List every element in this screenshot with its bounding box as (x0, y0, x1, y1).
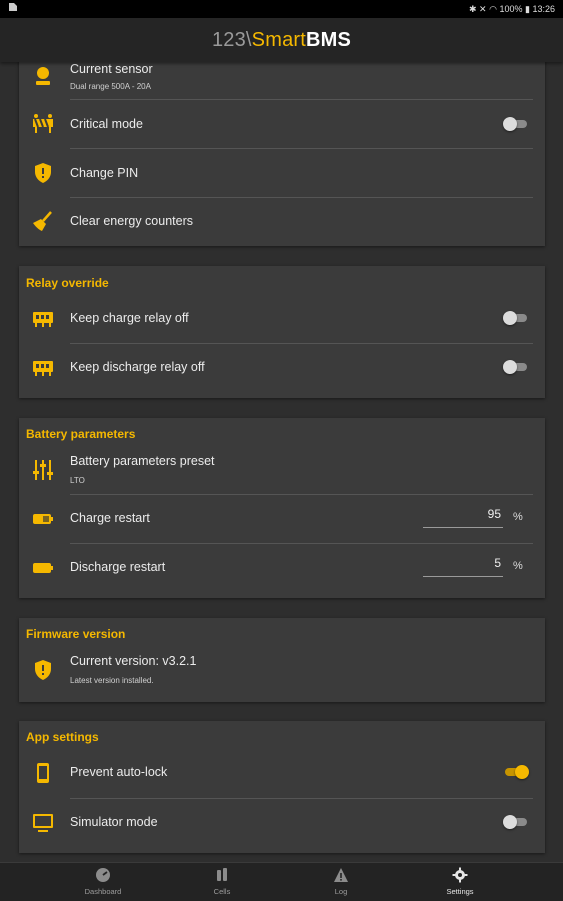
prevent-autolock-toggle[interactable] (503, 765, 529, 779)
relay-override-card: Relay override Keep charge relay off Kee… (19, 266, 545, 398)
keep-charge-toggle[interactable] (503, 311, 529, 325)
keep-discharge-toggle[interactable] (503, 360, 529, 374)
battery-percent: 100% (499, 4, 523, 14)
battery-low-icon (33, 563, 53, 573)
barrier-icon (33, 114, 53, 133)
shield-icon (35, 660, 51, 680)
app-logo: 123\SmartBMS (211, 28, 352, 51)
discharge-restart-row: Discharge restart 5 % (19, 544, 545, 592)
shield-icon (35, 163, 51, 183)
mute-icon: ✕ (479, 4, 487, 14)
broom-icon (33, 211, 52, 231)
firmware-row: Current version: v3.2.1 Latest version i… (19, 646, 545, 694)
battery-high-icon (33, 514, 53, 524)
current-sensor-row[interactable]: Current sensor Dual range 500A - 20A (19, 62, 545, 100)
monitor-icon (33, 814, 53, 832)
nav-settings[interactable]: Settings (390, 863, 530, 901)
relay-override-title: Relay override (26, 276, 109, 290)
simulator-toggle[interactable] (503, 815, 529, 829)
keep-discharge-row[interactable]: Keep discharge relay off (19, 344, 545, 392)
critical-mode-label: Critical mode (70, 117, 143, 131)
clock: 13:26 (532, 4, 555, 14)
current-sensor-value: Dual range 500A - 20A (70, 82, 151, 91)
sensor-icon (36, 67, 50, 85)
cells-icon (217, 868, 227, 881)
clear-energy-label: Clear energy counters (70, 214, 193, 228)
sliders-icon (33, 460, 53, 480)
status-right: ✱ ✕ ◠ 100% ▮ 13:26 (469, 0, 555, 18)
firmware-title: Firmware version (26, 627, 126, 641)
general-settings-card: Current sensor Dual range 500A - 20A Cri… (19, 62, 545, 246)
phone-icon (37, 763, 49, 783)
status-bar: ✱ ✕ ◠ 100% ▮ 13:26 (0, 0, 563, 18)
battery-icon: ▮ (525, 4, 530, 14)
relay-icon (33, 312, 53, 327)
relay-icon (33, 361, 53, 376)
charge-restart-unit: % (513, 511, 523, 523)
preset-value: LTO (70, 476, 85, 485)
bottom-navigation: Dashboard Cells Log Settings (0, 862, 563, 901)
bluetooth-icon: ✱ (468, 4, 477, 14)
simulator-row[interactable]: Simulator mode (19, 799, 545, 847)
gear-icon (452, 867, 468, 883)
clear-energy-row[interactable]: Clear energy counters (19, 197, 545, 245)
charge-restart-row: Charge restart 95 % (19, 495, 545, 543)
nav-settings-label: Settings (446, 887, 474, 896)
sd-card-icon (8, 0, 18, 18)
app-settings-title: App settings (26, 730, 99, 744)
prevent-autolock-label: Prevent auto-lock (70, 765, 168, 779)
app-bar: 123\SmartBMS (0, 18, 563, 62)
prevent-autolock-row[interactable]: Prevent auto-lock (19, 749, 545, 797)
firmware-version-label: Current version: v3.2.1 (70, 654, 197, 668)
current-sensor-label: Current sensor (70, 62, 153, 76)
warning-icon (334, 868, 348, 882)
battery-parameters-title: Battery parameters (26, 427, 136, 441)
change-pin-row[interactable]: Change PIN (19, 149, 545, 197)
simulator-label: Simulator mode (70, 815, 158, 829)
charge-restart-label: Charge restart (70, 511, 150, 525)
discharge-restart-label: Discharge restart (70, 560, 166, 574)
firmware-card: Firmware version Current version: v3.2.1… (19, 618, 545, 702)
app-settings-card: App settings Prevent auto-lock Simulator… (19, 721, 545, 853)
discharge-restart-unit: % (513, 560, 523, 572)
preset-label: Battery parameters preset (70, 454, 215, 468)
change-pin-label: Change PIN (70, 166, 139, 180)
critical-mode-toggle[interactable] (503, 117, 529, 131)
battery-parameters-card: Battery parameters Battery parameters pr… (19, 418, 545, 598)
discharge-restart-input[interactable]: 5 (423, 554, 503, 577)
keep-charge-label: Keep charge relay off (70, 311, 189, 325)
keep-charge-row[interactable]: Keep charge relay off (19, 295, 545, 343)
wifi-icon: ◠ (489, 4, 497, 14)
gauge-icon (96, 868, 110, 882)
critical-mode-row[interactable]: Critical mode (19, 100, 545, 148)
firmware-status: Latest version installed. (70, 676, 154, 685)
charge-restart-input[interactable]: 95 (423, 505, 503, 528)
settings-list[interactable]: Current sensor Dual range 500A - 20A Cri… (0, 62, 563, 862)
preset-row[interactable]: Battery parameters preset LTO (19, 446, 545, 494)
keep-discharge-label: Keep discharge relay off (70, 360, 205, 374)
